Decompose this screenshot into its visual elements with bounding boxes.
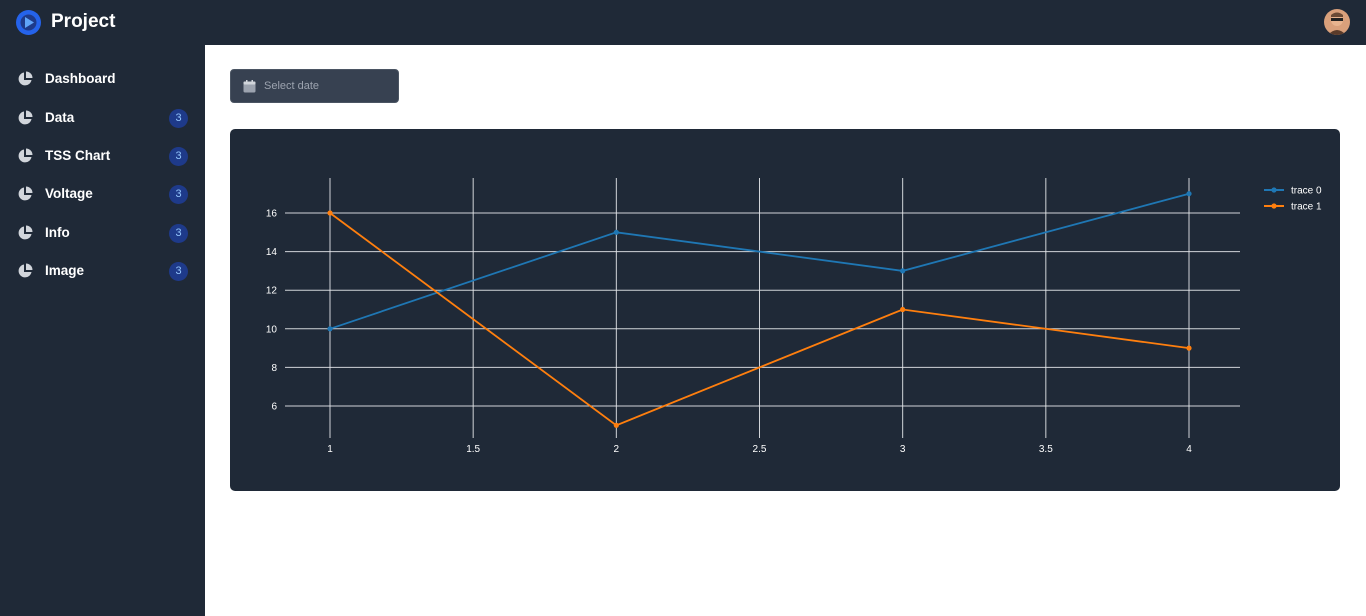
data-point xyxy=(900,306,906,313)
chart-card: 1 1.5 2 2.5 3 3.5 4 6 8 10 12 14 16 trace 0 trace 1 xyxy=(230,129,1340,491)
x-tick-label: 2.5 xyxy=(753,444,767,455)
count-badge: 3 xyxy=(169,262,188,281)
date-picker[interactable]: Select date xyxy=(230,69,399,103)
sidebar-item-data[interactable]: Data 3 xyxy=(0,99,205,137)
legend-marker xyxy=(1271,187,1277,193)
legend-label: trace 1 xyxy=(1291,202,1322,213)
x-tick-label: 1.5 xyxy=(466,444,480,455)
data-point xyxy=(613,229,619,235)
x-tick-label: 3.5 xyxy=(1039,444,1053,455)
top-bar: Project xyxy=(0,0,1366,45)
sidebar-item-label: Dashboard xyxy=(45,71,116,86)
count-badge: 3 xyxy=(169,185,188,204)
sidebar-item-label: Image xyxy=(45,263,85,278)
y-tick-label: 16 xyxy=(266,209,278,220)
data-point xyxy=(613,422,619,428)
pie-chart-icon xyxy=(18,148,33,163)
sidebar: Dashboard Data 3 TSS Chart 3 Voltage 3 I… xyxy=(0,45,205,616)
pie-chart-icon xyxy=(18,71,33,86)
line-chart[interactable]: 1 1.5 2 2.5 3 3.5 4 6 8 10 12 14 16 trace 0 trace 1 xyxy=(230,129,1340,491)
pie-chart-icon xyxy=(18,263,33,278)
data-point xyxy=(1186,345,1192,351)
count-badge: 3 xyxy=(169,109,188,128)
sidebar-item-label: Data xyxy=(45,110,75,125)
x-tick-label: 1 xyxy=(327,444,333,455)
count-badge: 3 xyxy=(169,224,188,243)
data-point xyxy=(1186,191,1192,197)
x-tick-label: 4 xyxy=(1186,444,1192,455)
sidebar-item-tss-chart[interactable]: TSS Chart 3 xyxy=(0,137,205,175)
data-point xyxy=(327,210,333,216)
legend-label: trace 0 xyxy=(1291,186,1322,197)
date-placeholder: Select date xyxy=(264,80,320,92)
sidebar-item-label: Voltage xyxy=(45,186,93,201)
calendar-icon xyxy=(243,80,256,93)
sidebar-item-dashboard[interactable]: Dashboard xyxy=(0,60,205,98)
sidebar-item-label: TSS Chart xyxy=(45,148,111,163)
logo-icon[interactable] xyxy=(16,10,41,35)
x-tick-label: 2 xyxy=(614,444,620,455)
pie-chart-icon xyxy=(18,110,33,125)
user-avatar[interactable] xyxy=(1324,9,1350,35)
y-tick-label: 8 xyxy=(271,363,277,374)
avatar-icon xyxy=(1324,9,1350,35)
sidebar-item-label: Info xyxy=(45,225,70,240)
count-badge: 3 xyxy=(169,147,188,166)
y-tick-label: 6 xyxy=(271,402,277,413)
app-title: Project xyxy=(51,11,116,32)
data-point xyxy=(327,326,333,332)
y-tick-label: 14 xyxy=(266,247,278,258)
pie-chart-icon xyxy=(18,225,33,240)
sidebar-item-info[interactable]: Info 3 xyxy=(0,214,205,252)
data-point xyxy=(900,268,906,274)
pie-chart-icon xyxy=(18,186,33,201)
x-tick-label: 3 xyxy=(900,444,906,455)
sidebar-item-image[interactable]: Image 3 xyxy=(0,252,205,290)
legend-marker xyxy=(1271,203,1277,209)
y-tick-label: 12 xyxy=(266,286,278,297)
y-tick-label: 10 xyxy=(266,324,278,335)
sidebar-item-voltage[interactable]: Voltage 3 xyxy=(0,175,205,213)
